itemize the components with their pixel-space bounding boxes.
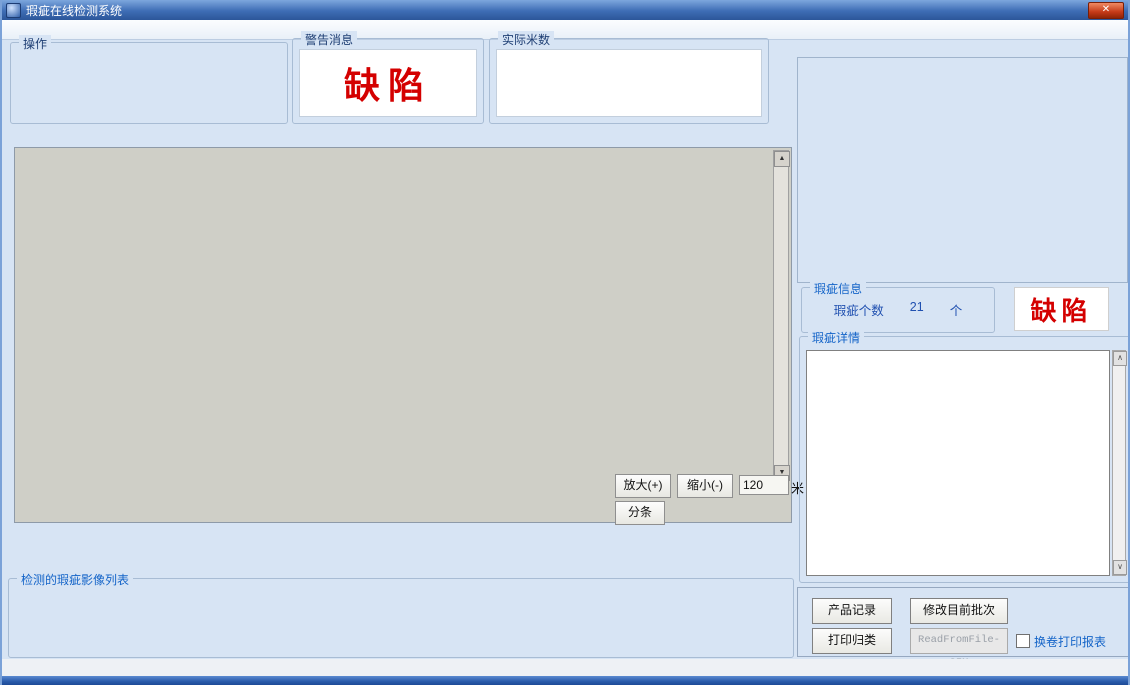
app-icon — [6, 3, 21, 18]
print-on-roll-change-checkbox[interactable] — [1016, 634, 1030, 648]
warning-group: 警告消息 缺陷 — [292, 38, 484, 124]
close-button[interactable]: ✕ — [1088, 2, 1124, 19]
meters-group-label: 实际米数 — [498, 31, 554, 48]
taskbar-strip — [2, 676, 1128, 685]
zoom-in-button[interactable]: 放大(+) — [615, 474, 671, 498]
product-record-button[interactable]: 产品记录 — [812, 598, 892, 624]
defect-count-line: 瑕疵个数 21 个 — [802, 300, 994, 319]
window-title: 瑕疵在线检测系统 — [26, 2, 122, 19]
operation-group-label: 操作 — [19, 35, 51, 52]
range-input[interactable] — [739, 475, 789, 495]
zoom-out-button[interactable]: 缩小(-) — [677, 474, 733, 498]
thumbnail-group: 检测的瑕疵影像列表 — [8, 578, 794, 658]
distribution-plot-panel: ▲ ▼ 放大(+) 缩小(-) 米 分条 — [14, 147, 792, 523]
defect-detail-label: 瑕疵详情 — [808, 329, 864, 346]
defect-badge: 缺陷 — [1014, 287, 1109, 331]
defect-count-label: 瑕疵个数 — [834, 300, 884, 319]
warning-message: 缺陷 — [300, 50, 476, 122]
title-bar: 瑕疵在线检测系统 ✕ — [2, 0, 1128, 20]
warning-panel: 缺陷 — [299, 49, 477, 117]
menu-bar — [2, 20, 1128, 40]
status-bar — [2, 659, 1128, 676]
app-window: 瑕疵在线检测系统 ✕ 操作 警告消息 缺陷 实际米数 ▲ ▼ 放大(+) 缩小(… — [0, 0, 1130, 685]
thumbnail-group-label: 检测的瑕疵影像列表 — [17, 571, 133, 588]
warning-group-label: 警告消息 — [301, 31, 357, 48]
defect-info-group: 瑕疵信息 瑕疵个数 21 个 — [801, 287, 995, 333]
table-scroll-down-icon[interactable]: ∨ — [1113, 560, 1127, 575]
table-scroll-up-icon[interactable]: ∧ — [1113, 351, 1127, 366]
defect-count-value: 21 — [910, 300, 924, 319]
actions-panel: 产品记录 修改目前批次 打印归类 ReadFromFile-SIM 换卷打印报表 — [797, 587, 1130, 657]
read-from-file-button: ReadFromFile-SIM — [910, 628, 1008, 654]
defect-detail-table — [806, 350, 1110, 576]
split-button[interactable]: 分条 — [615, 501, 665, 525]
meters-panel — [496, 49, 762, 117]
print-on-roll-change-label: 换卷打印报表 — [1034, 633, 1106, 650]
modify-batch-button[interactable]: 修改目前批次 — [910, 598, 1008, 624]
defect-info-label: 瑕疵信息 — [810, 280, 866, 297]
scroll-up-icon[interactable]: ▲ — [774, 151, 790, 167]
basic-info-tabpage — [797, 57, 1128, 283]
defect-detail-group: 瑕疵详情 ∧ ∨ — [799, 336, 1130, 583]
defect-count-unit: 个 — [950, 300, 963, 319]
plot-scrollbar[interactable]: ▲ ▼ — [773, 150, 789, 482]
operation-group: 操作 — [10, 42, 288, 124]
meters-group: 实际米数 — [489, 38, 769, 124]
print-classify-button[interactable]: 打印归类 — [812, 628, 892, 654]
table-scrollbar[interactable]: ∧ ∨ — [1112, 350, 1126, 576]
